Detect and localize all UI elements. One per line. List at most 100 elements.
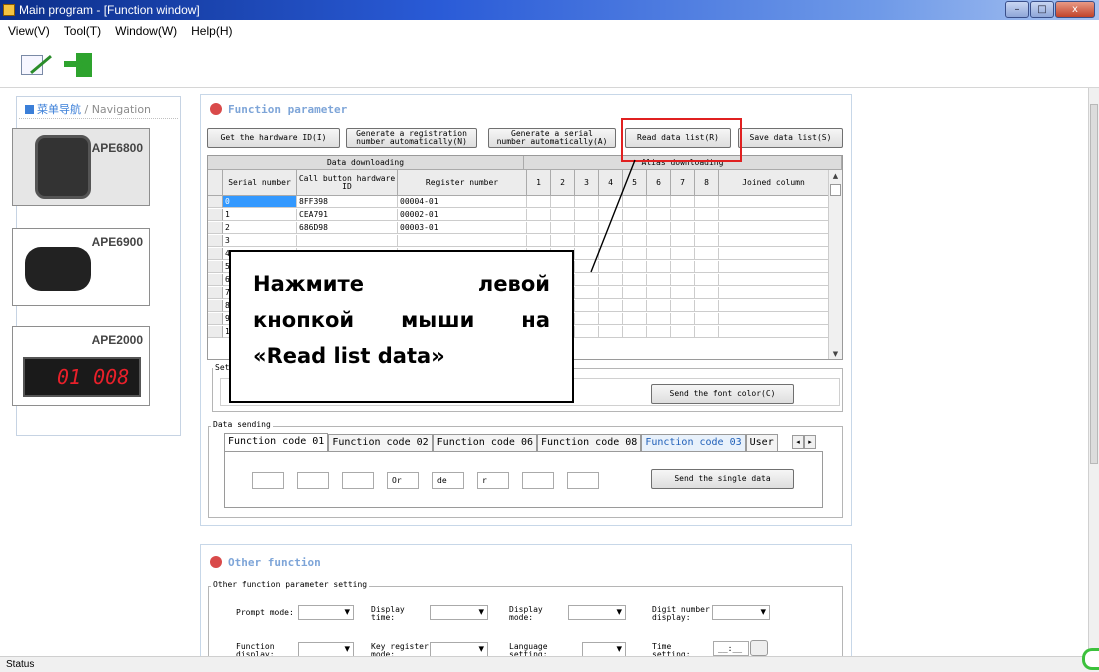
alias-cell[interactable]	[575, 313, 599, 325]
serial-number-cell[interactable]: 3	[223, 235, 297, 247]
alias-cell[interactable]	[671, 326, 695, 338]
scroll-up-icon[interactable]: ▲	[829, 172, 842, 180]
data-field-6[interactable]: r	[477, 472, 509, 489]
alias-cell[interactable]	[671, 222, 695, 234]
alias-cell[interactable]	[719, 261, 829, 273]
alias-cell[interactable]	[575, 287, 599, 299]
alias-cell[interactable]	[575, 248, 599, 260]
nav-card-ape2000[interactable]: APE2000 01 008	[12, 326, 150, 406]
alias-cell[interactable]	[695, 209, 719, 221]
maximize-button[interactable]: □	[1030, 1, 1054, 18]
column-header[interactable]: Call button hardware ID	[297, 170, 398, 196]
alias-cell[interactable]	[695, 235, 719, 247]
key-register-select[interactable]	[430, 642, 488, 657]
row-header[interactable]	[208, 235, 223, 247]
row-header[interactable]	[208, 222, 223, 234]
menu-view[interactable]: View(V)	[8, 24, 50, 38]
alias-cell[interactable]	[719, 300, 829, 312]
alias-cell[interactable]	[647, 313, 671, 325]
alias-cell[interactable]	[623, 248, 647, 260]
save-data-list-button[interactable]: Save data list(S)	[738, 128, 843, 148]
alias-cell[interactable]	[719, 326, 829, 338]
alias-cell[interactable]	[599, 209, 623, 221]
alias-cell[interactable]	[599, 287, 623, 299]
alias-cell[interactable]	[551, 222, 575, 234]
alias-cell[interactable]	[575, 300, 599, 312]
alias-cell[interactable]	[623, 313, 647, 325]
alias-cell[interactable]	[695, 222, 719, 234]
column-header[interactable]: 6	[647, 170, 671, 196]
alias-cell[interactable]	[623, 326, 647, 338]
alias-cell[interactable]	[695, 196, 719, 208]
column-header[interactable]: 3	[575, 170, 599, 196]
alias-cell[interactable]	[671, 274, 695, 286]
edit-button[interactable]	[12, 46, 52, 84]
alias-cell[interactable]	[719, 313, 829, 325]
alias-cell[interactable]	[647, 287, 671, 299]
hardware-id-cell[interactable]: 686D98	[297, 222, 398, 234]
serial-number-cell[interactable]: 1	[223, 209, 297, 221]
alias-cell[interactable]	[719, 274, 829, 286]
minimize-button[interactable]: –	[1005, 1, 1029, 18]
tab-function-code-08[interactable]: Function code 08	[536, 434, 642, 451]
row-header[interactable]	[208, 196, 223, 208]
digit-number-select[interactable]	[712, 605, 770, 620]
alias-cell[interactable]	[527, 222, 551, 234]
alias-cell[interactable]	[527, 196, 551, 208]
prompt-mode-select[interactable]	[298, 605, 354, 620]
row-header[interactable]	[208, 313, 223, 325]
alias-cell[interactable]	[647, 274, 671, 286]
alias-cell[interactable]	[623, 287, 647, 299]
data-field-5[interactable]: de	[432, 472, 464, 489]
alias-cell[interactable]	[671, 196, 695, 208]
alias-cell[interactable]	[695, 300, 719, 312]
column-header[interactable]: Joined column	[719, 170, 829, 196]
data-field-2[interactable]	[297, 472, 329, 489]
nav-card-ape6900[interactable]: APE6900	[12, 228, 150, 306]
time-setting-input[interactable]: __:__	[713, 641, 749, 656]
alias-cell[interactable]	[647, 196, 671, 208]
data-field-7[interactable]	[522, 472, 554, 489]
data-field-3[interactable]	[342, 472, 374, 489]
alias-cell[interactable]	[623, 209, 647, 221]
alias-cell[interactable]	[647, 261, 671, 273]
alias-cell[interactable]	[623, 235, 647, 247]
alias-cell[interactable]	[719, 222, 829, 234]
alias-cell[interactable]	[671, 313, 695, 325]
alias-cell[interactable]	[623, 222, 647, 234]
tab-function-code-01[interactable]: Function code 01	[224, 433, 329, 451]
data-field-1[interactable]	[252, 472, 284, 489]
row-header[interactable]	[208, 300, 223, 312]
menu-tool[interactable]: Tool(T)	[64, 24, 101, 38]
menu-window[interactable]: Window(W)	[115, 24, 177, 38]
alias-cell[interactable]	[599, 313, 623, 325]
alias-cell[interactable]	[599, 222, 623, 234]
register-number-cell[interactable]: 00003-01	[398, 222, 527, 234]
alias-cell[interactable]	[695, 287, 719, 299]
send-single-data-button[interactable]: Send the single data	[651, 469, 794, 489]
hardware-id-cell[interactable]	[297, 235, 398, 247]
time-setting-button[interactable]	[750, 640, 768, 656]
tab-function-code-06[interactable]: Function code 06	[432, 434, 537, 451]
close-button[interactable]: x	[1055, 1, 1095, 18]
alias-cell[interactable]	[719, 248, 829, 260]
get-hardware-id-button[interactable]: Get the hardware ID(I)	[207, 128, 340, 148]
alias-cell[interactable]	[527, 235, 551, 247]
alias-cell[interactable]	[599, 326, 623, 338]
grid-scroll-thumb[interactable]	[830, 184, 841, 196]
tab-user[interactable]: User	[745, 434, 778, 451]
alias-cell[interactable]	[671, 261, 695, 273]
alias-cell[interactable]	[671, 235, 695, 247]
column-header[interactable]: 2	[551, 170, 575, 196]
row-header[interactable]	[208, 274, 223, 286]
alias-cell[interactable]	[527, 209, 551, 221]
row-header[interactable]	[208, 287, 223, 299]
row-header[interactable]	[208, 261, 223, 273]
function-display-select[interactable]	[298, 642, 354, 657]
grid-scrollbar[interactable]: ▲ ▼	[828, 170, 842, 359]
alias-cell[interactable]	[647, 248, 671, 260]
send-font-color-button[interactable]: Send the font color(C)	[651, 384, 794, 404]
alias-cell[interactable]	[599, 261, 623, 273]
alias-cell[interactable]	[695, 274, 719, 286]
data-field-4[interactable]: Or	[387, 472, 419, 489]
